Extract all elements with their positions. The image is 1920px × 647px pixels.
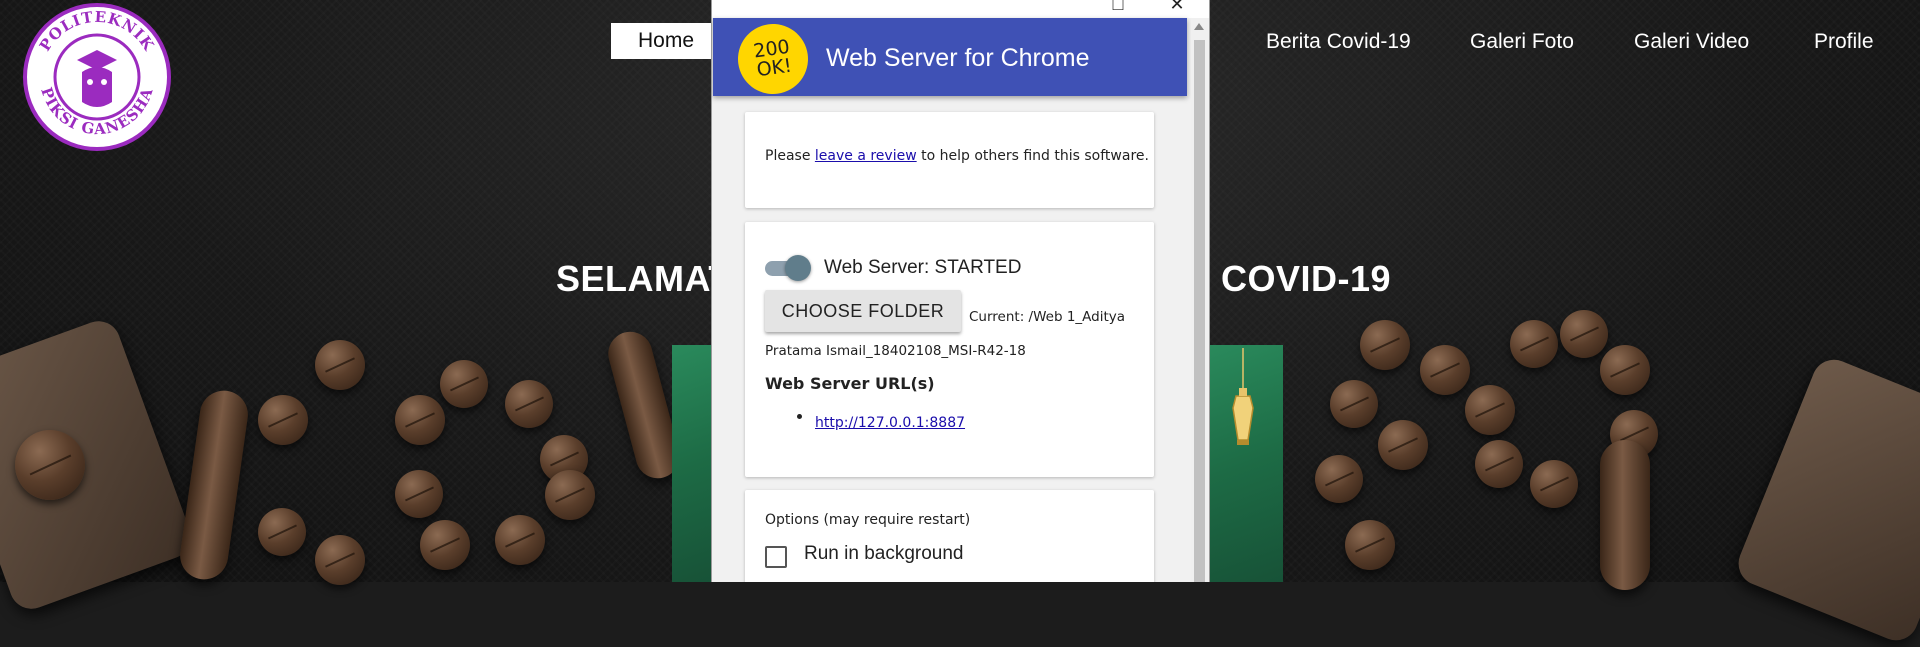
pill bbox=[1360, 320, 1410, 370]
pill bbox=[315, 535, 365, 585]
nav-berita-covid[interactable]: Berita Covid-19 bbox=[1266, 30, 1411, 54]
nav-home[interactable]: Home bbox=[611, 23, 721, 59]
pill bbox=[1378, 420, 1428, 470]
pill bbox=[1510, 320, 1558, 368]
blister-pack-right bbox=[1731, 353, 1920, 647]
pill bbox=[1475, 440, 1523, 488]
options-card: Options (may require restart) Run in bac… bbox=[745, 490, 1154, 582]
pill bbox=[440, 360, 488, 408]
pill bbox=[1420, 345, 1470, 395]
choose-folder-button[interactable]: CHOOSE FOLDER bbox=[765, 290, 961, 332]
server-urls-heading: Web Server URL(s) bbox=[765, 374, 935, 393]
server-card: Web Server: STARTED Current: /Web 1_Adit… bbox=[745, 222, 1154, 477]
review-text: Please leave a review to help others fin… bbox=[765, 148, 1149, 164]
scroll-thumb[interactable] bbox=[1194, 40, 1205, 582]
200-ok-icon: 200 OK! bbox=[733, 19, 813, 99]
nav-galeri-foto[interactable]: Galeri Foto bbox=[1470, 30, 1574, 54]
pill bbox=[505, 380, 553, 428]
run-in-background-checkbox[interactable] bbox=[765, 546, 787, 568]
server-status: Web Server: STARTED bbox=[824, 257, 1022, 278]
nav-profile[interactable]: Profile bbox=[1814, 30, 1874, 54]
pill bbox=[1560, 310, 1608, 358]
hero-title-right: COVID-19 bbox=[1221, 258, 1392, 299]
app-header: 200 OK! Web Server for Chrome bbox=[713, 18, 1187, 99]
app-title: Web Server for Chrome bbox=[826, 44, 1090, 72]
server-url-link[interactable]: http://127.0.0.1:8887 bbox=[815, 415, 965, 431]
pill bbox=[545, 470, 595, 520]
scroll-up-arrow-icon[interactable] bbox=[1194, 23, 1204, 30]
run-in-background-label[interactable]: Run in background bbox=[804, 543, 964, 565]
close-icon[interactable]: ✕ bbox=[1166, 0, 1188, 14]
list-bullet bbox=[797, 414, 802, 419]
maximize-icon[interactable]: □ bbox=[1107, 0, 1129, 14]
pill bbox=[315, 340, 365, 390]
capsule bbox=[177, 387, 251, 583]
web-server-window: □ ✕ 200 OK! Web Server for Chrome Please… bbox=[711, 0, 1210, 582]
leave-review-link[interactable]: leave a review bbox=[815, 148, 917, 164]
server-toggle[interactable] bbox=[765, 255, 811, 281]
options-heading: Options (may require restart) bbox=[765, 512, 971, 528]
hero-title-left: SELAMAT bbox=[556, 258, 731, 299]
pill bbox=[395, 395, 445, 445]
nav-galeri-video[interactable]: Galeri Video bbox=[1634, 30, 1749, 54]
scrollbar[interactable] bbox=[1191, 18, 1208, 582]
pill bbox=[258, 395, 308, 445]
pill bbox=[1600, 345, 1650, 395]
pill bbox=[1315, 455, 1363, 503]
window-titlebar: □ ✕ bbox=[712, 0, 1209, 18]
pill bbox=[1530, 460, 1578, 508]
pill bbox=[1345, 520, 1395, 570]
review-prefix: Please bbox=[765, 148, 815, 164]
toggle-knob bbox=[785, 255, 811, 281]
lantern-icon bbox=[1232, 348, 1254, 445]
review-card: Please leave a review to help others fin… bbox=[745, 112, 1154, 208]
pill bbox=[15, 430, 85, 500]
pill bbox=[495, 515, 545, 565]
pill bbox=[420, 520, 470, 570]
pill bbox=[258, 508, 306, 556]
politeknik-logo[interactable]: POLITEKNIK PIKSI GANESHA bbox=[22, 2, 172, 152]
capsule bbox=[1600, 440, 1650, 590]
review-suffix: to help others find this software. bbox=[916, 148, 1149, 164]
pill bbox=[395, 470, 443, 518]
pill bbox=[1330, 380, 1378, 428]
pill bbox=[1465, 385, 1515, 435]
banner-image-left bbox=[672, 345, 712, 582]
